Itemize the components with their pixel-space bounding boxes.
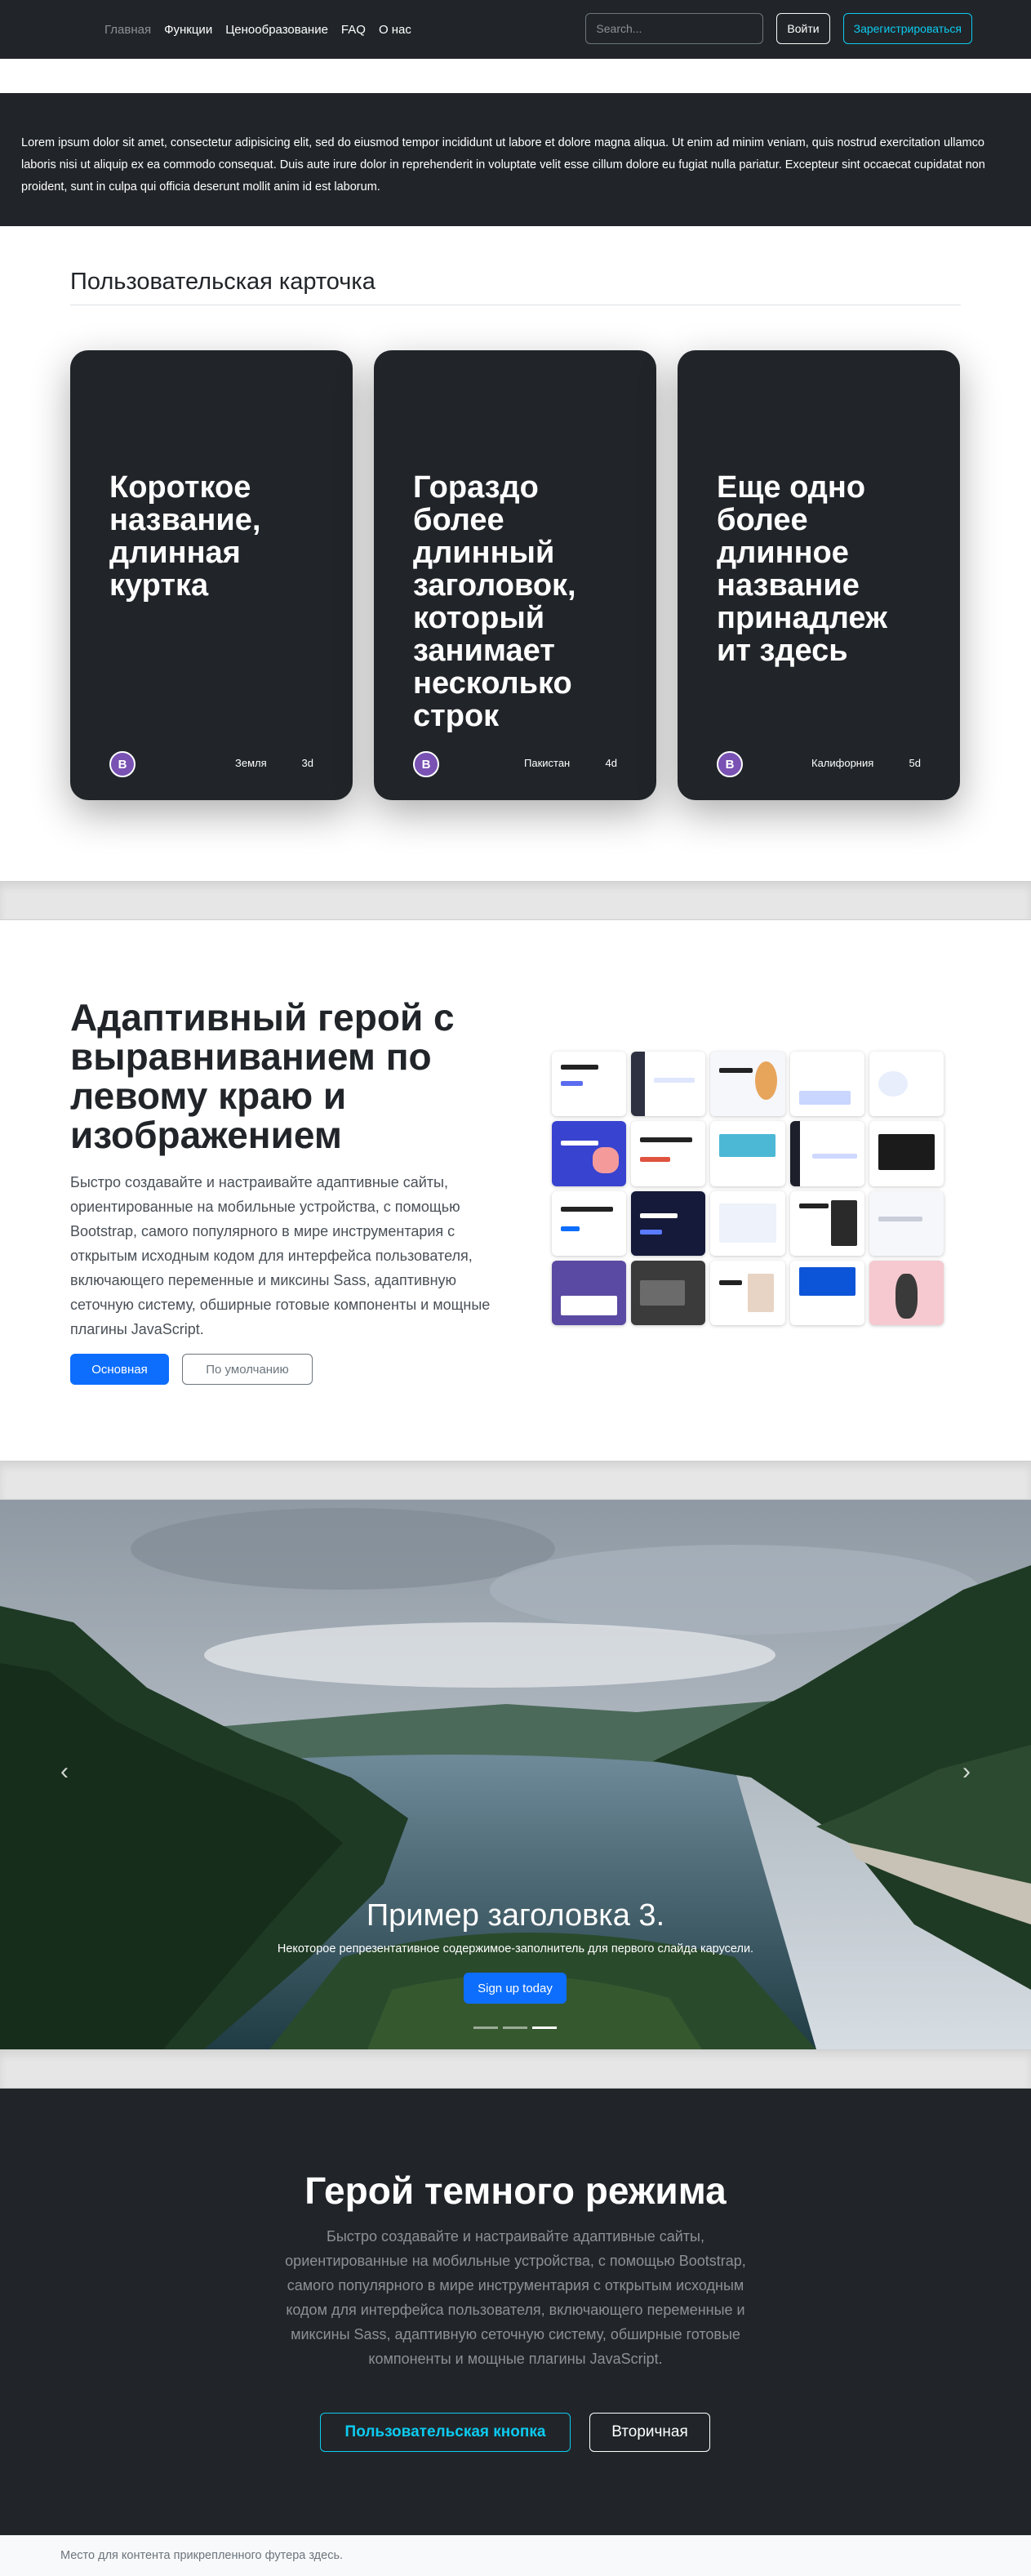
card-3[interactable]: Еще одно более длинное название принадле… <box>678 350 960 800</box>
nav-link-pricing[interactable]: Ценообразование <box>225 23 328 37</box>
navbar: Главная Функции Ценообразование FAQ О на… <box>0 0 1031 59</box>
card-title: Короткое название, длинная куртка <box>109 470 261 603</box>
dark-hero-title: Герой темного режима <box>304 2169 727 2212</box>
carousel-signup-button[interactable]: Sign up today <box>464 1973 567 2004</box>
bootstrap-themes-image <box>552 1052 944 1325</box>
card-date: 4d <box>605 757 617 769</box>
card-date: 5d <box>909 757 921 769</box>
dark-hero: Герой темного режима Быстро создавайте и… <box>0 2089 1031 2535</box>
card-location: Земля <box>235 757 267 769</box>
footer-text: Место для контента прикрепленного футера… <box>60 2549 344 2562</box>
cards-section: Пользовательская карточка Короткое назва… <box>0 226 1031 881</box>
nav-links: Главная Функции Ценообразование FAQ О на… <box>104 0 411 59</box>
dark-hero-text: Быстро создавайте и настраивайте адаптив… <box>285 2228 746 2367</box>
intro-text: Lorem ipsum dolor sit amet, consectetur … <box>21 136 985 194</box>
carousel-indicator[interactable] <box>532 2027 557 2029</box>
signup-button[interactable]: Зарегистрироваться <box>842 13 972 44</box>
carousel-landscape-image <box>0 1500 1031 2049</box>
default-button[interactable]: По умолчанию <box>182 1354 313 1385</box>
nav-link-faq[interactable]: FAQ <box>341 23 366 37</box>
card-title: Гораздо более длинный заголовок, который… <box>413 470 576 733</box>
card-location: Калифорния <box>811 757 874 769</box>
card-2[interactable]: Гораздо более длинный заголовок, который… <box>374 350 656 800</box>
card-title: Еще одно более длинное название принадле… <box>717 470 887 668</box>
section-divider <box>0 1461 1031 1500</box>
login-button[interactable]: Войти <box>776 13 830 44</box>
search-input[interactable] <box>585 13 764 44</box>
carousel-subtitle: Некоторое репрезентативное содержимое-за… <box>277 1942 754 1955</box>
bootstrap-logo-icon: B <box>109 751 136 777</box>
carousel-indicators <box>473 2027 557 2029</box>
intro-band: Lorem ipsum dolor sit amet, consectetur … <box>0 93 1031 226</box>
card-location: Пакистан <box>524 757 571 769</box>
card-1[interactable]: Короткое название, длинная куртка B Земл… <box>70 350 353 800</box>
carousel: ‹ › Пример заголовка 3. Некоторое репрез… <box>0 1500 1031 2049</box>
carousel-indicator[interactable] <box>503 2027 527 2029</box>
primary-button[interactable]: Основная <box>70 1354 169 1385</box>
sticky-footer: Место для контента прикрепленного футера… <box>0 2535 1031 2576</box>
hero-text: Быстро создавайте и настраивайте адаптив… <box>70 1174 491 1337</box>
hero-section: Адаптивный герой с выравниванием по лево… <box>0 920 1031 1461</box>
nav-link-features[interactable]: Функции <box>164 23 212 37</box>
cards-title: Пользовательская карточка <box>70 269 376 295</box>
carousel-indicator[interactable] <box>473 2027 498 2029</box>
nav-actions: Войти Зарегистрироваться <box>585 13 972 44</box>
hero-title: Адаптивный герой с выравниванием по лево… <box>70 996 455 1156</box>
secondary-button[interactable]: Вторичная <box>589 2413 710 2452</box>
carousel-next-icon[interactable]: › <box>962 1758 971 1786</box>
bootstrap-logo-icon: B <box>413 751 439 777</box>
custom-button[interactable]: Пользовательская кнопка <box>320 2413 571 2452</box>
card-date: 3d <box>301 757 313 769</box>
carousel-title: Пример заголовка 3. <box>366 1898 665 1933</box>
carousel-prev-icon[interactable]: ‹ <box>60 1758 69 1786</box>
section-divider <box>0 2049 1031 2089</box>
bootstrap-logo-icon: B <box>717 751 743 777</box>
nav-link-about[interactable]: О нас <box>379 23 411 37</box>
section-divider <box>0 881 1031 920</box>
nav-link-home[interactable]: Главная <box>104 23 151 37</box>
